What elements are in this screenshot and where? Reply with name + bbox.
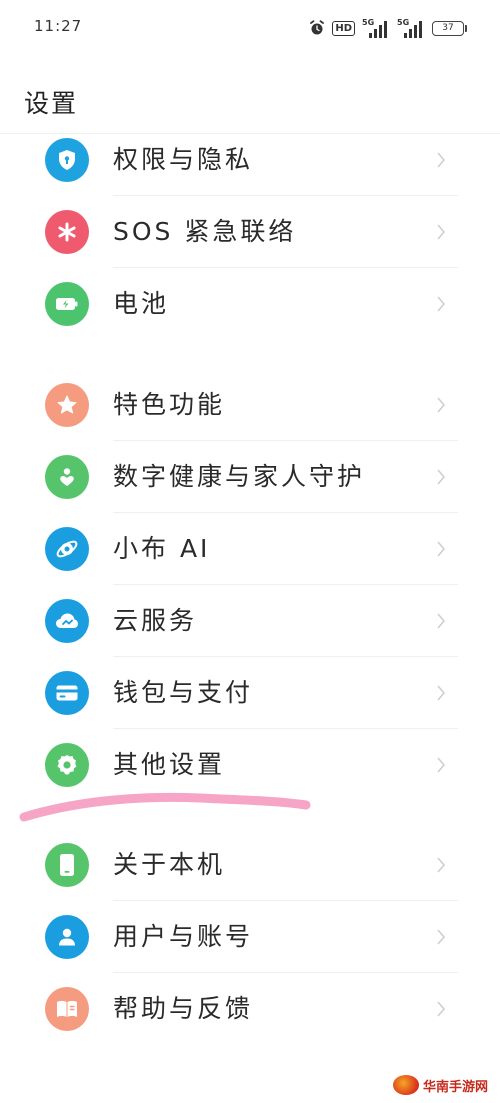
- settings-item-label: 电池: [113, 289, 170, 318]
- status-icons: HD 5G 5G 37: [309, 16, 467, 40]
- status-bar: 11:27 HD 5G 5G 37: [0, 0, 500, 56]
- settings-item-battery[interactable]: 电池: [0, 268, 500, 340]
- battery-status-icon: 37: [432, 20, 467, 36]
- heart-person-icon: [45, 455, 89, 499]
- ai-assistant-icon: [45, 527, 89, 571]
- watermark-logo-icon: [392, 1075, 419, 1095]
- signal-5g-secondary-icon: 5G: [397, 18, 425, 38]
- star-icon: [45, 383, 89, 427]
- chevron-right-icon: [437, 757, 446, 773]
- settings-item-help-feedback[interactable]: 帮助与反馈: [0, 973, 500, 1045]
- user-icon: [45, 915, 89, 959]
- status-time: 11:27: [34, 17, 83, 35]
- settings-item-label: 数字健康与家人守护: [113, 462, 366, 491]
- settings-item-digital-wellbeing[interactable]: 数字健康与家人守护: [0, 441, 500, 513]
- gear-icon: [45, 743, 89, 787]
- settings-item-users-accounts[interactable]: 用户与账号: [0, 901, 500, 973]
- phone-icon: [45, 843, 89, 887]
- signal-5g-icon: 5G: [362, 18, 390, 38]
- chevron-right-icon: [437, 224, 446, 240]
- asterisk-icon: [45, 210, 89, 254]
- chevron-right-icon: [437, 152, 446, 168]
- settings-item-label: 权限与隐私: [113, 145, 254, 174]
- chevron-right-icon: [437, 685, 446, 701]
- chevron-right-icon: [437, 397, 446, 413]
- watermark-text: 华南手游网: [422, 1079, 488, 1095]
- settings-item-other-settings[interactable]: 其他设置: [0, 729, 500, 801]
- settings-item-wallet[interactable]: 钱包与支付: [0, 657, 500, 729]
- settings-item-label: 云服务: [113, 606, 198, 635]
- wallet-icon: [45, 671, 89, 715]
- settings-item-label: 帮助与反馈: [113, 994, 254, 1023]
- settings-item-label: 用户与账号: [113, 922, 254, 951]
- settings-item-about-phone[interactable]: 关于本机: [0, 829, 500, 901]
- settings-item-privacy[interactable]: 权限与隐私: [0, 124, 500, 196]
- settings-item-xiaobu-ai[interactable]: 小布 AI: [0, 513, 500, 585]
- chevron-right-icon: [437, 857, 446, 873]
- chevron-right-icon: [437, 1001, 446, 1017]
- page-title: 设置: [24, 89, 79, 118]
- help-book-icon: [45, 987, 89, 1031]
- chevron-right-icon: [437, 296, 446, 312]
- chevron-right-icon: [437, 929, 446, 945]
- chevron-right-icon: [437, 469, 446, 485]
- shield-icon: [45, 138, 89, 182]
- settings-item-label: 关于本机: [113, 850, 226, 879]
- settings-item-label: SOS 紧急联络: [113, 217, 297, 246]
- settings-item-sos[interactable]: SOS 紧急联络: [0, 196, 500, 268]
- cloud-icon: [45, 599, 89, 643]
- settings-item-label: 小布 AI: [113, 534, 211, 563]
- hd-icon: HD: [332, 20, 355, 36]
- settings-item-label: 钱包与支付: [113, 678, 254, 707]
- chevron-right-icon: [437, 613, 446, 629]
- settings-item-label: 其他设置: [113, 750, 226, 779]
- settings-item-features[interactable]: 特色功能: [0, 369, 500, 441]
- battery-icon: [45, 282, 89, 326]
- watermark: 华南手游网: [392, 1075, 488, 1095]
- chevron-right-icon: [437, 541, 446, 557]
- settings-item-cloud[interactable]: 云服务: [0, 585, 500, 657]
- settings-item-label: 特色功能: [113, 390, 226, 419]
- alarm-icon: [309, 20, 325, 36]
